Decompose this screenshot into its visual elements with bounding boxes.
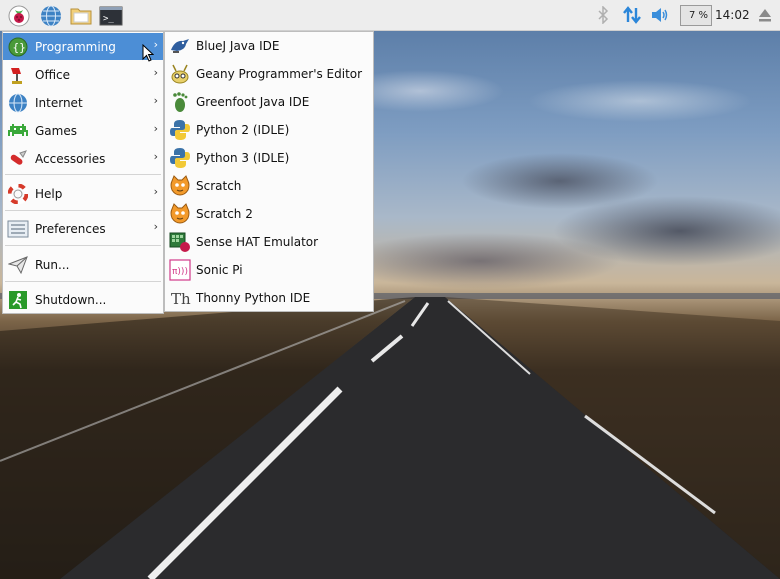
- menu-item-label: Games: [35, 123, 77, 138]
- svg-text:π))): π))): [172, 267, 188, 277]
- sonic-pi-icon: π))): [169, 259, 191, 281]
- network-transfer-icon[interactable]: [621, 4, 643, 26]
- exit-icon: [7, 289, 29, 311]
- chevron-right-icon: ›: [153, 220, 158, 233]
- greenfoot-icon: [169, 91, 191, 113]
- bluej-icon: [169, 35, 191, 57]
- submenu-item-label: Python 2 (IDLE): [196, 123, 290, 137]
- submenu-item-python2[interactable]: Python 2 (IDLE): [165, 116, 373, 144]
- cpu-usage-monitor[interactable]: 7 %: [680, 5, 712, 26]
- menu-item-label: Programming: [35, 39, 116, 54]
- chevron-right-icon: ›: [153, 122, 158, 135]
- scratch-cat-icon: [169, 175, 191, 197]
- submenu-item-label: Sonic Pi: [196, 263, 243, 277]
- globe-icon: [7, 92, 29, 114]
- submenu-item-greenfoot[interactable]: Greenfoot Java IDE: [165, 88, 373, 116]
- menu-item-preferences[interactable]: Preferences ›: [3, 215, 163, 242]
- menu-item-programming[interactable]: {} Programming ›: [3, 33, 163, 60]
- scratch-cat-icon: [169, 203, 191, 225]
- sense-hat-icon: [169, 231, 191, 253]
- geany-icon: [169, 63, 191, 85]
- menu-separator: [5, 210, 161, 211]
- main-menu: {} Programming › Office › Internet › Gam…: [2, 31, 164, 314]
- menu-item-label: Office: [35, 67, 71, 82]
- svg-text:Th: Th: [171, 290, 191, 308]
- eject-icon[interactable]: [755, 4, 775, 26]
- menu-item-label: Preferences: [35, 221, 106, 236]
- submenu-item-label: Python 3 (IDLE): [196, 151, 290, 165]
- submenu-item-scratch2[interactable]: Scratch 2: [165, 200, 373, 228]
- menu-item-label: Run...: [35, 257, 70, 272]
- submenu-item-scratch[interactable]: Scratch: [165, 172, 373, 200]
- thonny-icon: Th: [169, 287, 191, 309]
- submenu-item-label: Thonny Python IDE: [196, 291, 311, 305]
- menu-item-label: Accessories: [35, 151, 106, 166]
- svg-text:>_: >_: [103, 14, 114, 24]
- submenu-item-label: Geany Programmer's Editor: [196, 67, 363, 81]
- chevron-right-icon: ›: [153, 66, 158, 79]
- menu-item-help[interactable]: Help ›: [3, 180, 163, 207]
- python-icon: [169, 119, 191, 141]
- menu-item-label: Help: [35, 186, 63, 201]
- submenu-item-label: Scratch: [196, 179, 242, 193]
- menu-item-shutdown[interactable]: Shutdown...: [3, 286, 163, 313]
- preferences-icon: [7, 218, 29, 240]
- mouse-cursor-icon: [142, 43, 155, 65]
- lifebuoy-icon: [7, 183, 29, 205]
- submenu-item-python3[interactable]: Python 3 (IDLE): [165, 144, 373, 172]
- submenu-item-label: Greenfoot Java IDE: [196, 95, 310, 109]
- bluetooth-icon[interactable]: [594, 4, 612, 26]
- menu-item-label: Shutdown...: [35, 292, 107, 307]
- submenu-item-label: Sense HAT Emulator: [196, 235, 319, 249]
- menu-separator: [5, 281, 161, 282]
- submenu-item-bluej[interactable]: BlueJ Java IDE: [165, 32, 373, 60]
- menu-item-accessories[interactable]: Accessories ›: [3, 145, 163, 172]
- submenu-item-sense-hat-emulator[interactable]: Sense HAT Emulator: [165, 228, 373, 256]
- menu-item-office[interactable]: Office ›: [3, 61, 163, 88]
- menu-separator: [5, 245, 161, 246]
- submenu-item-label: BlueJ Java IDE: [196, 39, 280, 53]
- menu-item-run[interactable]: Run...: [3, 251, 163, 278]
- knife-icon: [7, 148, 29, 170]
- menu-item-label: Internet: [35, 95, 83, 110]
- submenu-item-thonny[interactable]: Th Thonny Python IDE: [165, 284, 373, 312]
- raspberry-menu-icon[interactable]: [7, 4, 31, 28]
- file-manager-icon[interactable]: [69, 4, 93, 28]
- top-panel: >_ 7 % 14:02: [0, 0, 780, 31]
- submenu-item-geany[interactable]: Geany Programmer's Editor: [165, 60, 373, 88]
- menu-separator: [5, 174, 161, 175]
- office-lamp-icon: [7, 64, 29, 86]
- menu-item-internet[interactable]: Internet ›: [3, 89, 163, 116]
- paper-plane-icon: [7, 254, 29, 276]
- programming-submenu: BlueJ Java IDE Geany Programmer's Editor…: [164, 31, 374, 312]
- space-invader-icon: [7, 120, 29, 142]
- chevron-right-icon: ›: [153, 150, 158, 163]
- menu-item-games[interactable]: Games ›: [3, 117, 163, 144]
- chevron-right-icon: ›: [153, 38, 158, 51]
- volume-icon[interactable]: [649, 4, 671, 26]
- web-browser-icon[interactable]: [39, 4, 63, 28]
- panel-clock[interactable]: 14:02: [715, 8, 750, 22]
- terminal-icon[interactable]: >_: [99, 4, 123, 28]
- submenu-item-label: Scratch 2: [196, 207, 253, 221]
- python-icon: [169, 147, 191, 169]
- chevron-right-icon: ›: [153, 185, 158, 198]
- submenu-item-sonic-pi[interactable]: π))) Sonic Pi: [165, 256, 373, 284]
- programming-icon: {}: [7, 36, 29, 58]
- chevron-right-icon: ›: [153, 94, 158, 107]
- svg-text:{}: {}: [13, 41, 26, 54]
